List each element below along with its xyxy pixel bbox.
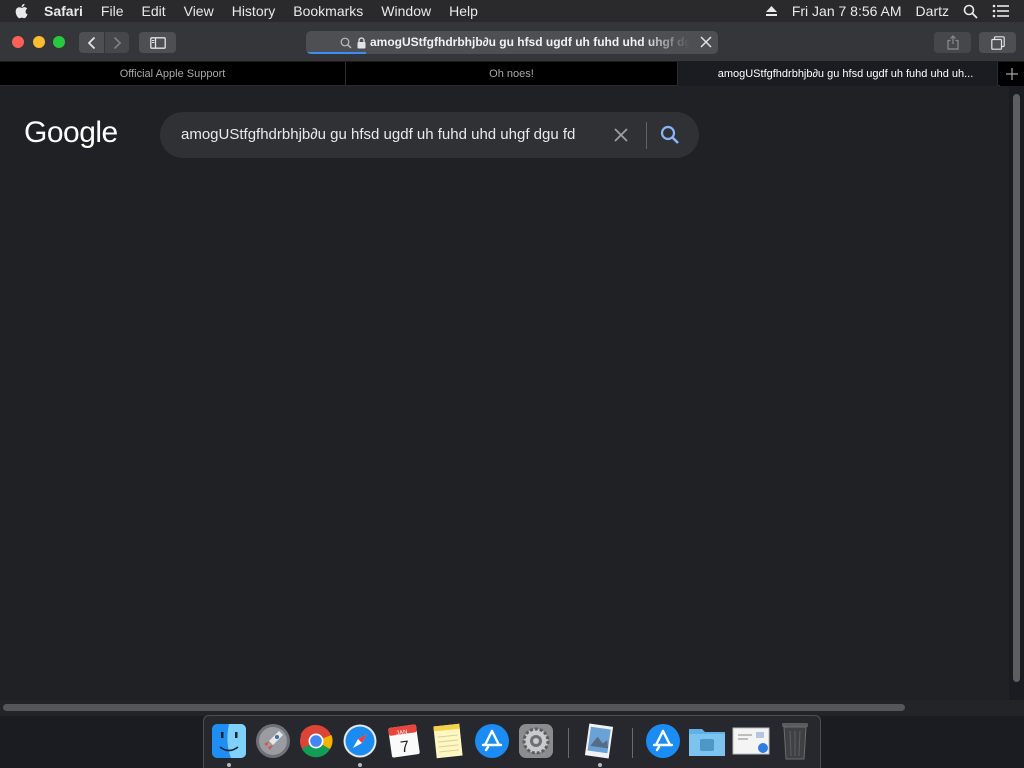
menu-file[interactable]: File <box>101 3 124 19</box>
document-icon <box>732 727 770 755</box>
dock-app-store[interactable] <box>473 722 511 760</box>
menu-help[interactable]: Help <box>449 3 478 19</box>
safari-compass-icon <box>343 724 377 758</box>
horizontal-scrollbar[interactable] <box>3 704 905 711</box>
search-submit-icon[interactable] <box>660 125 680 150</box>
app-store-icon <box>475 724 509 758</box>
running-indicator <box>358 763 362 767</box>
menu-clock[interactable]: Fri Jan 7 8:56 AM <box>792 3 902 19</box>
trash-icon <box>782 723 808 760</box>
menu-bar: Safari File Edit View History Bookmarks … <box>0 0 1024 22</box>
tab-bar: Official Apple Support Oh noes! amogUStf… <box>0 62 1024 86</box>
tab-title: Official Apple Support <box>119 68 226 80</box>
menu-safari[interactable]: Safari <box>44 3 83 19</box>
dock-finder[interactable] <box>210 722 248 760</box>
launchpad-rocket-icon <box>256 724 290 758</box>
tab-active-search[interactable]: amogUStfgfhdrbhjb∂u gu hfsd ugdf uh fuhd… <box>678 62 998 86</box>
sidebar-icon <box>149 36 166 49</box>
menu-user[interactable]: Dartz <box>916 3 949 19</box>
tab-title: Oh noes! <box>489 68 534 80</box>
menu-bookmarks[interactable]: Bookmarks <box>293 3 363 19</box>
chrome-icon <box>300 724 333 758</box>
dock-notes[interactable] <box>429 722 467 760</box>
notes-icon <box>433 723 463 759</box>
show-all-tabs-button[interactable] <box>979 32 1016 53</box>
dock-trash[interactable] <box>776 722 814 760</box>
dock-separator <box>632 728 633 758</box>
notification-center-icon[interactable] <box>992 4 1010 18</box>
dock-preview[interactable] <box>580 722 618 760</box>
vertical-scrollbar[interactable] <box>1013 94 1020 682</box>
tab-overview-icon <box>990 35 1005 50</box>
chevron-left-icon <box>87 36 95 49</box>
search-input[interactable]: amogUStfgfhdrbhjb∂u gu hfsd ugdf uh fuhd… <box>181 126 601 143</box>
zoom-window-button[interactable] <box>53 36 65 48</box>
finder-icon <box>212 724 246 758</box>
dock-chrome[interactable] <box>297 722 335 760</box>
share-button[interactable] <box>934 32 971 53</box>
dock: JAN 7 <box>203 715 821 768</box>
minimize-window-button[interactable] <box>33 36 45 48</box>
menu-window[interactable]: Window <box>381 3 431 19</box>
dock-downloads-folder[interactable] <box>688 722 726 760</box>
dock-safari[interactable] <box>341 722 379 760</box>
search-divider <box>646 122 647 149</box>
running-indicator <box>227 763 231 767</box>
address-text[interactable]: amogUStfgfhdrbhjb∂u gu hfsd ugdf uh fuhd… <box>370 35 690 49</box>
chevron-right-icon <box>113 36 122 49</box>
running-indicator <box>598 763 602 767</box>
dock-calendar[interactable]: JAN 7 <box>385 722 423 760</box>
menu-history[interactable]: History <box>232 3 276 19</box>
browser-toolbar: amogUStfgfhdrbhjb∂u gu hfsd ugdf uh fuhd… <box>0 22 1024 62</box>
gear-icon <box>519 724 553 758</box>
share-icon <box>946 35 959 50</box>
tab-official-apple-support[interactable]: Official Apple Support <box>0 62 346 86</box>
menu-view[interactable]: View <box>184 3 214 19</box>
applications-folder-icon <box>646 724 680 758</box>
new-tab-button[interactable] <box>1000 62 1024 86</box>
plus-icon <box>1006 68 1018 80</box>
dock-applications-folder[interactable] <box>644 722 682 760</box>
web-page: Google amogUStfgfhdrbhjb∂u gu hfsd ugdf … <box>0 86 1009 700</box>
sidebar-toggle-button[interactable] <box>139 32 176 53</box>
google-logo[interactable]: Google <box>24 116 118 150</box>
dock-system-preferences[interactable] <box>517 722 555 760</box>
stop-loading-icon[interactable] <box>698 34 714 54</box>
spotlight-icon[interactable] <box>963 4 978 19</box>
calendar-icon: JAN 7 <box>388 724 420 758</box>
back-button[interactable] <box>79 32 104 53</box>
page-load-progress <box>306 52 366 54</box>
preview-icon <box>584 723 614 759</box>
forward-button[interactable] <box>105 32 129 53</box>
search-box[interactable]: amogUStfgfhdrbhjb∂u gu hfsd ugdf uh fuhd… <box>160 112 699 158</box>
close-window-button[interactable] <box>12 36 24 48</box>
menu-edit[interactable]: Edit <box>141 3 165 19</box>
dock-mail-draft[interactable] <box>732 722 770 760</box>
apple-menu-icon[interactable] <box>14 3 44 19</box>
tab-title: amogUStfgfhdrbhjb∂u gu hfsd ugdf uh fuhd… <box>717 68 974 80</box>
address-bar[interactable]: amogUStfgfhdrbhjb∂u gu hfsd ugdf uh fuhd… <box>306 31 718 54</box>
tab-oh-noes[interactable]: Oh noes! <box>346 62 678 86</box>
folder-icon <box>689 729 725 756</box>
clear-search-icon[interactable] <box>612 126 630 149</box>
dock-launchpad[interactable] <box>254 722 292 760</box>
dock-separator <box>568 728 569 758</box>
eject-icon[interactable] <box>765 5 778 17</box>
